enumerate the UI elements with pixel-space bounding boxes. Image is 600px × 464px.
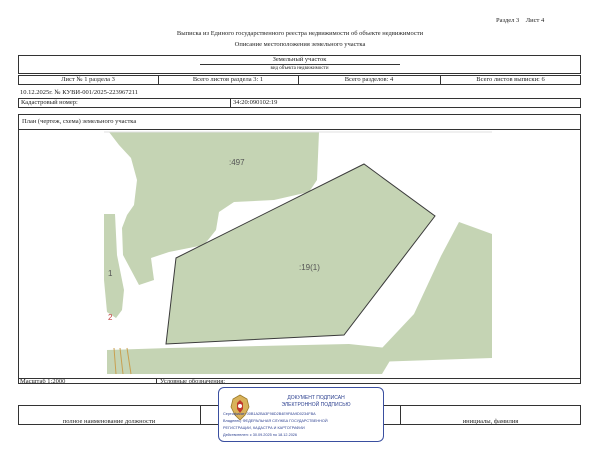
legend-divider xyxy=(18,378,581,379)
stamp-owner2: РЕГИСТРАЦИИ, КАДАСТРА И КАРТОГРАФИИ xyxy=(223,426,305,430)
stamp-cert: Сертификат: 00B1A2BA3F98D2B4E9F8A9D0234F… xyxy=(223,412,316,416)
divider xyxy=(230,98,231,108)
stamp-line1: ДОКУМЕНТ ПОДПИСАН xyxy=(287,395,345,401)
total-sections: Всего разделов: 4 xyxy=(344,76,394,83)
divider xyxy=(156,378,157,384)
sheet-number: Лист № 1 раздела 3 xyxy=(61,76,115,83)
label-1: 1 xyxy=(108,269,113,278)
scale-label: Масштаб 1:2000 xyxy=(20,378,66,385)
total-sheets-section: Всего листов раздела 3: 1 xyxy=(192,76,264,83)
position-caption: полное наименование должности xyxy=(62,418,156,425)
plan-map: :497 :19(1) 1 2 xyxy=(104,131,492,375)
stamp-line2: ЭЛЕКТРОННОЙ ПОДПИСЬЮ xyxy=(281,402,351,408)
cadastral-label: Кадастровый номер: xyxy=(21,99,78,106)
object-type-underline xyxy=(200,64,400,65)
section-text: Раздел 3 xyxy=(496,17,520,24)
signature-stamp: ДОКУМЕНТ ПОДПИСАН ЭЛЕКТРОННОЙ ПОДПИСЬЮ С… xyxy=(218,387,384,442)
label-19: :19(1) xyxy=(299,263,320,272)
object-type-caption: вид объекта недвижимости xyxy=(270,66,329,71)
divider xyxy=(200,405,201,425)
object-type: Земельный участок xyxy=(272,56,327,63)
legend-label: Условные обозначения: xyxy=(160,378,226,385)
label-497: :497 xyxy=(229,158,245,167)
document-title: Выписка из Единого государственного реес… xyxy=(176,30,424,37)
name-caption: инициалы, фамилия xyxy=(462,418,519,425)
stamp-valid: Действителен: с 30.09.2025 по 18.12.2026 xyxy=(223,433,298,437)
section-label: Раздел 3 Лист 4 xyxy=(496,17,544,25)
sheet-text: Лист 4 xyxy=(525,17,545,24)
parcel-left xyxy=(104,214,124,318)
document-subtitle: Описание местоположения земельного участ… xyxy=(234,41,366,48)
cadastral-number: 34:20:090102:19 xyxy=(233,99,278,106)
stamp-owner: Владелец: ФЕДЕРАЛЬНАЯ СЛУЖБА ГОСУДАРСТВЕ… xyxy=(223,419,328,423)
date-number: 10.12.2025г. № КУВИ-001/2025-223967211 xyxy=(20,89,138,96)
label-2: 2 xyxy=(108,313,113,322)
cadastral-row xyxy=(18,98,581,108)
parcel-bottom xyxy=(107,344,397,374)
total-sheets-extract: Всего листов выписки: 6 xyxy=(476,76,545,83)
plan-title: План (чертеж, схема) земельного участка xyxy=(22,118,137,125)
